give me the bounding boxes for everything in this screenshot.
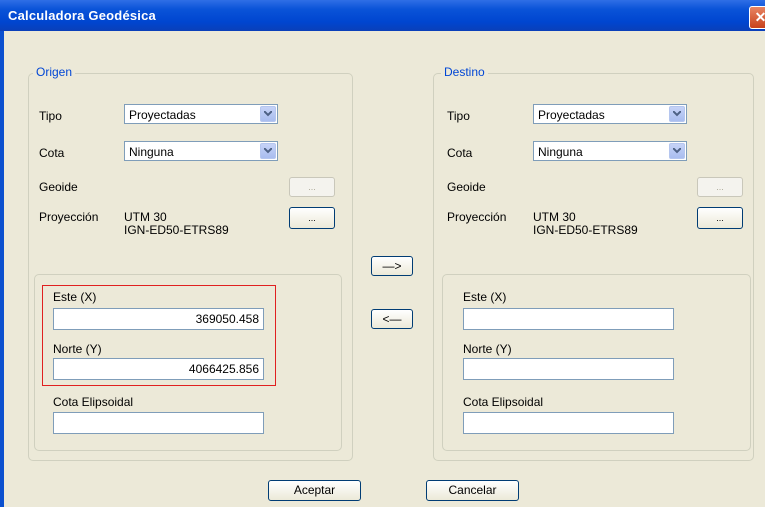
origin-proyeccion-datum: IGN-ED50-ETRS89 xyxy=(124,223,229,237)
destination-cota-elip-input[interactable] xyxy=(463,412,674,434)
origin-norte-label: Norte (Y) xyxy=(53,342,102,356)
destination-proyeccion-button[interactable]: ... xyxy=(697,207,743,229)
title-bar: Calculadora Geodésica ✕ xyxy=(0,0,765,31)
window-left-border xyxy=(0,31,4,507)
cancel-button[interactable]: Cancelar xyxy=(426,480,519,501)
destination-este-input[interactable] xyxy=(463,308,674,330)
close-button[interactable]: ✕ xyxy=(749,6,765,29)
origin-legend: Origen xyxy=(33,65,76,79)
destination-geoide-button[interactable]: ... xyxy=(697,177,743,197)
destination-geoide-label: Geoide xyxy=(447,180,486,194)
destination-proyeccion-label: Proyección xyxy=(447,210,507,224)
window-title: Calculadora Geodésica xyxy=(8,8,156,23)
transfer-forward-button[interactable]: —> xyxy=(371,256,413,276)
origin-cota-label: Cota xyxy=(39,146,65,160)
chevron-down-icon[interactable] xyxy=(260,106,276,122)
chevron-down-icon[interactable] xyxy=(669,106,685,122)
accept-button[interactable]: Aceptar xyxy=(268,480,361,501)
origin-cota-elip-label: Cota Elipsoidal xyxy=(53,395,134,409)
destination-tipo-value: Proyectadas xyxy=(538,108,605,122)
destination-este-label: Este (X) xyxy=(463,290,507,304)
origin-proyeccion-button[interactable]: ... xyxy=(289,207,335,229)
destination-proyeccion-datum: IGN-ED50-ETRS89 xyxy=(533,223,638,237)
destination-cota-select[interactable]: Ninguna xyxy=(533,141,687,161)
origin-tipo-select[interactable]: Proyectadas xyxy=(124,104,278,124)
origin-geoide-label: Geoide xyxy=(39,180,78,194)
chevron-down-icon[interactable] xyxy=(260,143,276,159)
destination-legend: Destino xyxy=(441,65,488,79)
destination-proyeccion-name: UTM 30 xyxy=(533,210,576,224)
origin-cota-value: Ninguna xyxy=(129,145,174,159)
origin-proyeccion-label: Proyección xyxy=(39,210,99,224)
origin-este-input[interactable]: 369050.458 xyxy=(53,308,264,330)
origin-norte-input[interactable]: 4066425.856 xyxy=(53,358,264,380)
calculadora-dialog: Calculadora Geodésica ✕ Origen Tipo Proy… xyxy=(0,0,765,507)
origin-tipo-value: Proyectadas xyxy=(129,108,196,122)
destination-tipo-select[interactable]: Proyectadas xyxy=(533,104,687,124)
origin-proyeccion-name: UTM 30 xyxy=(124,210,167,224)
origin-cota-elip-input[interactable] xyxy=(53,412,264,434)
destination-norte-label: Norte (Y) xyxy=(463,342,512,356)
origin-tipo-label: Tipo xyxy=(39,109,62,123)
destination-tipo-label: Tipo xyxy=(447,109,470,123)
origin-este-label: Este (X) xyxy=(53,290,97,304)
destination-cota-label: Cota xyxy=(447,146,473,160)
close-icon: ✕ xyxy=(754,9,765,25)
chevron-down-icon[interactable] xyxy=(669,143,685,159)
destination-norte-input[interactable] xyxy=(463,358,674,380)
origin-cota-select[interactable]: Ninguna xyxy=(124,141,278,161)
destination-cota-elip-label: Cota Elipsoidal xyxy=(463,395,544,409)
origin-geoide-button[interactable]: ... xyxy=(289,177,335,197)
destination-cota-value: Ninguna xyxy=(538,145,583,159)
transfer-backward-button[interactable]: <— xyxy=(371,309,413,329)
